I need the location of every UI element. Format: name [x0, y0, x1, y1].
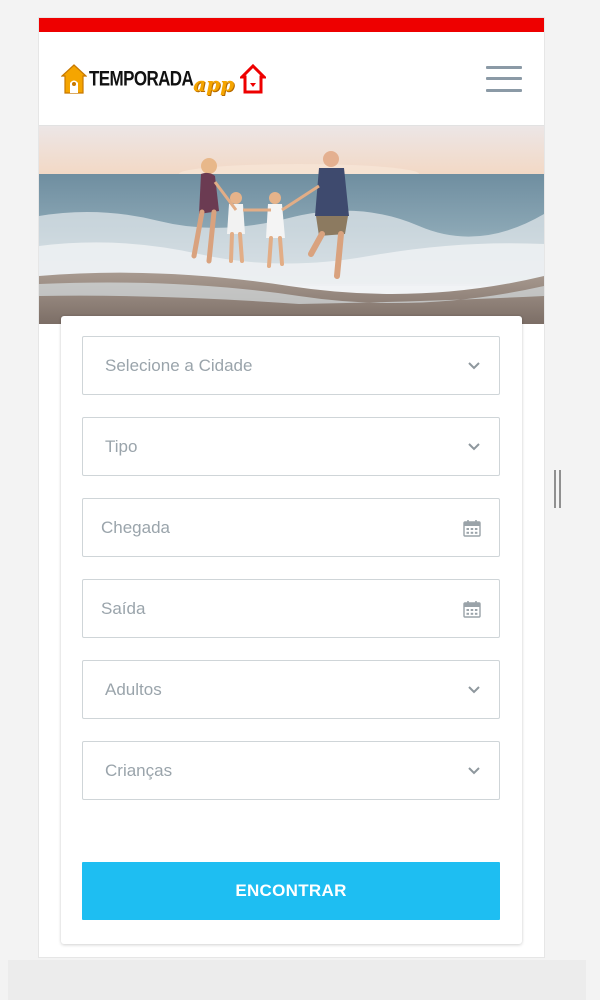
- children-select-label: Crianças: [105, 760, 173, 780]
- arrival-date-field[interactable]: Chegada: [82, 498, 500, 557]
- chevron-down-icon: [468, 361, 480, 369]
- resize-handle[interactable]: [552, 470, 562, 508]
- children-select[interactable]: Crianças: [82, 741, 500, 800]
- type-select-label: Tipo: [105, 436, 138, 456]
- search-form-card: Selecione a Cidade Tipo Chegada Saída Ad…: [61, 316, 522, 944]
- logo-app-suffix: app: [193, 71, 235, 96]
- hero-image: [39, 126, 544, 324]
- site-logo[interactable]: Temporada app: [61, 59, 267, 99]
- arrival-date-label: Chegada: [101, 517, 171, 537]
- chevron-down-icon: [468, 766, 480, 774]
- top-accent-bar: [39, 18, 544, 32]
- page-bottom-strip: [8, 960, 586, 1000]
- chevron-down-icon: [468, 685, 480, 693]
- mobile-viewport: Temporada app: [39, 18, 544, 957]
- house-logo-icon: [61, 63, 87, 94]
- hamburger-menu-icon[interactable]: [486, 65, 522, 92]
- find-button[interactable]: ENCONTRAR: [82, 862, 500, 920]
- type-select[interactable]: Tipo: [82, 417, 500, 476]
- adults-select[interactable]: Adultos: [82, 660, 500, 719]
- city-select[interactable]: Selecione a Cidade: [82, 336, 500, 395]
- departure-date-field[interactable]: Saída: [82, 579, 500, 638]
- chevron-down-icon: [468, 442, 480, 450]
- city-select-label: Selecione a Cidade: [105, 355, 253, 375]
- calendar-icon: [463, 519, 481, 537]
- site-header: Temporada app: [39, 32, 544, 126]
- adults-select-label: Adultos: [105, 679, 162, 699]
- red-house-logo-icon: [240, 63, 267, 93]
- departure-date-label: Saída: [101, 598, 146, 618]
- family-on-beach-photo: [39, 126, 544, 324]
- calendar-icon: [463, 600, 481, 618]
- logo-wordmark: Temporada: [89, 66, 194, 90]
